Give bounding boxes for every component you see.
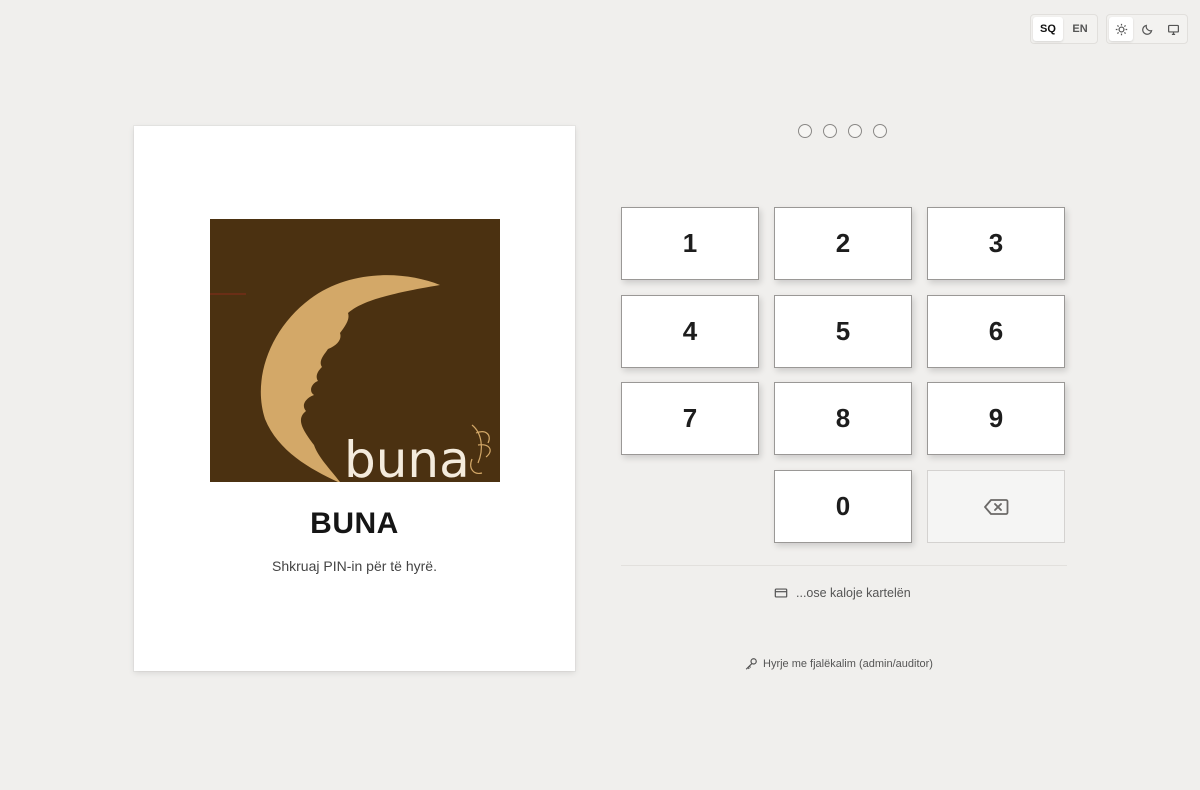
brand-title: BUNA xyxy=(310,507,399,540)
key-icon xyxy=(745,658,757,670)
monitor-icon xyxy=(1167,24,1179,35)
pin-dot xyxy=(798,124,812,138)
language-sq-button[interactable]: SQ xyxy=(1033,17,1063,41)
credit-card-icon xyxy=(774,588,788,598)
key-4-button[interactable]: 4 xyxy=(621,295,759,368)
key-2-button[interactable]: 2 xyxy=(774,207,912,280)
password-login-link[interactable]: Hyrje me fjalëkalim (admin/auditor) xyxy=(744,657,933,671)
sun-icon xyxy=(1115,23,1127,35)
card-login-label: ...ose kaloje kartelën xyxy=(796,586,911,600)
divider xyxy=(621,565,1067,566)
theme-light-button[interactable] xyxy=(1109,17,1133,41)
key-3-button[interactable]: 3 xyxy=(927,207,1065,280)
brand-card: buna BUNA Shkruaj PIN-in për të hyrë. xyxy=(134,126,575,671)
pin-instruction: Shkruaj PIN-in për të hyrë. xyxy=(272,558,437,574)
svg-text:buna: buna xyxy=(344,431,470,482)
language-switcher: SQ EN xyxy=(1030,14,1098,44)
pin-dot xyxy=(873,124,887,138)
top-toolbar: SQ EN xyxy=(1030,14,1188,44)
pin-dot xyxy=(848,124,862,138)
theme-switcher xyxy=(1106,14,1188,44)
key-8-button[interactable]: 8 xyxy=(774,382,912,455)
card-login-link[interactable]: ...ose kaloje kartelën xyxy=(774,586,911,600)
crescent-face-logo: buna xyxy=(210,219,500,482)
language-en-button[interactable]: EN xyxy=(1065,17,1095,41)
theme-dark-button[interactable] xyxy=(1135,17,1159,41)
brand-logo: buna xyxy=(210,219,500,482)
key-6-button[interactable]: 6 xyxy=(927,295,1065,368)
moon-icon xyxy=(1141,24,1152,35)
backspace-icon xyxy=(984,498,1009,515)
key-0-button[interactable]: 0 xyxy=(774,470,912,543)
pin-indicator xyxy=(798,124,887,138)
theme-system-button[interactable] xyxy=(1161,17,1185,41)
backspace-button[interactable] xyxy=(927,470,1065,543)
key-1-button[interactable]: 1 xyxy=(621,207,759,280)
key-5-button[interactable]: 5 xyxy=(774,295,912,368)
key-9-button[interactable]: 9 xyxy=(927,382,1065,455)
pin-dot xyxy=(823,124,837,138)
key-7-button[interactable]: 7 xyxy=(621,382,759,455)
password-login-label: Hyrje me fjalëkalim (admin/auditor) xyxy=(763,658,933,670)
